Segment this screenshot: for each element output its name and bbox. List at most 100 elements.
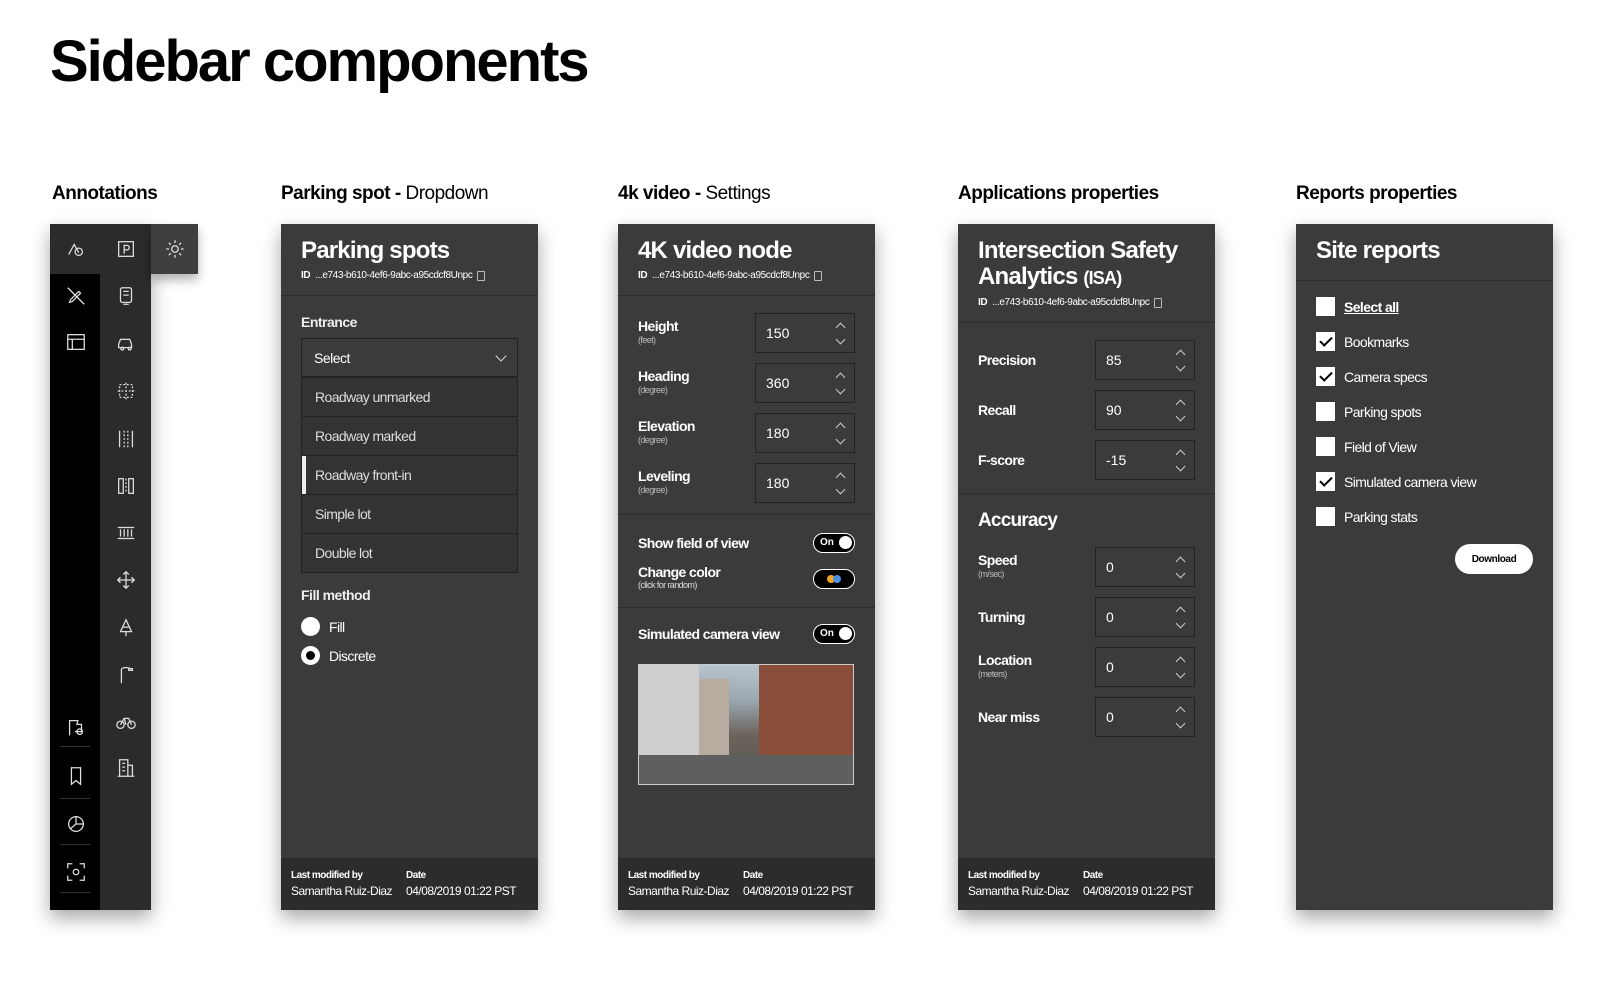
- pen-off-icon[interactable]: [50, 272, 101, 320]
- checkbox-checked[interactable]: [1316, 472, 1335, 491]
- stepper-value: -15: [1106, 452, 1127, 468]
- lanes-icon[interactable]: [100, 415, 151, 463]
- stepper-arrows-icon[interactable]: [1175, 606, 1186, 628]
- gear-icon[interactable]: [149, 225, 200, 273]
- stepper-arrows-icon[interactable]: [1175, 656, 1186, 678]
- checkbox-parking-spots[interactable]: Parking spots: [1316, 394, 1533, 429]
- checkbox-label: Parking stats: [1344, 508, 1418, 525]
- sign-icon[interactable]: [100, 272, 151, 320]
- streetlight-icon[interactable]: [100, 651, 151, 699]
- stepper-value: 0: [1106, 709, 1114, 725]
- copy-icon[interactable]: [814, 270, 823, 281]
- stepper-value: 180: [766, 425, 790, 441]
- crosswalk-icon[interactable]: [100, 509, 151, 557]
- near-miss-stepper[interactable]: 0: [1095, 697, 1195, 737]
- checkbox-camera-specs[interactable]: Camera specs: [1316, 359, 1533, 394]
- recall-stepper[interactable]: 90: [1095, 390, 1195, 430]
- heading-stepper[interactable]: 360: [755, 363, 855, 403]
- accuracy-fields: Speed (m/sec) 0 Turning 0 Location (meters…: [958, 542, 1215, 742]
- radio-fill[interactable]: Fill: [301, 617, 518, 636]
- entrance-label: Entrance: [301, 314, 357, 330]
- map-marker-settings-icon[interactable]: [50, 704, 101, 752]
- speed-stepper[interactable]: 0: [1095, 547, 1195, 587]
- bookmark-icon[interactable]: [50, 752, 101, 800]
- precision-stepper[interactable]: 85: [1095, 340, 1195, 380]
- field-turning: Turning 0: [958, 592, 1215, 642]
- location-stepper[interactable]: 0: [1095, 647, 1195, 687]
- focus-frame-icon[interactable]: [50, 848, 101, 896]
- leveling-stepper[interactable]: 180: [755, 463, 855, 503]
- checkbox-checked[interactable]: [1316, 332, 1335, 351]
- tree-icon[interactable]: [100, 604, 151, 652]
- parking-icon[interactable]: [100, 225, 151, 273]
- stepper-arrows-icon[interactable]: [1175, 449, 1186, 471]
- radio-button[interactable]: [301, 617, 320, 636]
- stepper-arrows-icon[interactable]: [835, 422, 846, 444]
- shapes-icon[interactable]: [50, 225, 101, 273]
- stepper-arrows-icon[interactable]: [835, 472, 846, 494]
- color-dot-icon: [833, 575, 841, 583]
- panel-header: Site reports: [1296, 224, 1553, 281]
- change-color-label: Change color (click for random): [638, 565, 721, 592]
- dropdown-option[interactable]: Roadway unmarked: [302, 377, 517, 416]
- title-line-2: Analytics: [978, 263, 1078, 290]
- show-fov-toggle[interactable]: On: [813, 533, 855, 553]
- radio-button-selected[interactable]: [301, 646, 320, 665]
- fscore-stepper[interactable]: -15: [1095, 440, 1195, 480]
- video-fields: Height (feet) 150 Heading (degree) 360 Ele…: [618, 296, 875, 514]
- field-label-text: Near miss: [978, 709, 1040, 725]
- car-icon[interactable]: [100, 320, 151, 368]
- copy-icon[interactable]: [477, 270, 486, 281]
- section-label-video-light: Settings: [705, 183, 771, 204]
- checkbox[interactable]: [1316, 402, 1335, 421]
- field-height: Height (feet) 150: [618, 308, 875, 358]
- download-button[interactable]: Download: [1455, 544, 1533, 574]
- dropdown-option-active[interactable]: Roadway front-in: [302, 455, 517, 494]
- stepper-value: 0: [1106, 609, 1114, 625]
- modified-value: Samantha Ruiz-Diaz: [291, 884, 393, 898]
- change-color-row: Change color (click for random): [618, 561, 875, 597]
- settings-tab[interactable]: [151, 224, 198, 274]
- move-icon[interactable]: [100, 556, 151, 604]
- stepper-arrows-icon[interactable]: [1175, 399, 1186, 421]
- checkbox-simulated-camera[interactable]: Simulated camera view: [1316, 464, 1533, 499]
- turning-stepper[interactable]: 0: [1095, 597, 1195, 637]
- checkbox-field-of-view[interactable]: Field of View: [1316, 429, 1533, 464]
- color-picker-toggle[interactable]: [813, 569, 855, 589]
- bicycle-icon[interactable]: [100, 698, 151, 746]
- checkbox[interactable]: [1316, 507, 1335, 526]
- field-label: Heading (degree): [638, 369, 690, 397]
- checkbox-bookmarks[interactable]: Bookmarks: [1316, 324, 1533, 359]
- copy-icon[interactable]: [1154, 297, 1163, 308]
- field-label: Elevation (degree): [638, 419, 695, 447]
- stepper-arrows-icon[interactable]: [1175, 556, 1186, 578]
- building-icon[interactable]: [100, 744, 151, 792]
- layout-icon[interactable]: [50, 318, 101, 366]
- section-label-parking-light: Dropdown: [405, 183, 489, 204]
- checkbox-label[interactable]: Select all: [1344, 299, 1399, 315]
- checkbox-label: Simulated camera view: [1344, 473, 1477, 490]
- dropdown-option[interactable]: Simple lot: [302, 494, 517, 533]
- entrance-select[interactable]: Select: [301, 338, 518, 377]
- checkbox-checked[interactable]: [1316, 367, 1335, 386]
- sim-view-toggle[interactable]: On: [813, 624, 855, 644]
- stepper-arrows-icon[interactable]: [1175, 706, 1186, 728]
- dropdown-option[interactable]: Roadway marked: [302, 416, 517, 455]
- lane-divider-icon[interactable]: [100, 462, 151, 510]
- modified-label: Last modified by: [968, 870, 1040, 881]
- stepper-arrows-icon[interactable]: [835, 372, 846, 394]
- dropdown-option[interactable]: Double lot: [302, 533, 517, 572]
- dashed-box-icon[interactable]: [100, 367, 151, 415]
- field-label-text: Elevation: [638, 418, 695, 434]
- elevation-stepper[interactable]: 180: [755, 413, 855, 453]
- checkbox[interactable]: [1316, 437, 1335, 456]
- stepper-arrows-icon[interactable]: [1175, 349, 1186, 371]
- checkbox-select-all[interactable]: Select all: [1316, 289, 1533, 324]
- checkbox[interactable]: [1316, 297, 1335, 316]
- radio-discrete[interactable]: Discrete: [301, 646, 518, 665]
- checkbox-parking-stats[interactable]: Parking stats: [1316, 499, 1533, 534]
- title-suffix: (ISA): [1083, 268, 1122, 288]
- stepper-arrows-icon[interactable]: [835, 322, 846, 344]
- chart-pie-icon[interactable]: [50, 800, 101, 848]
- height-stepper[interactable]: 150: [755, 313, 855, 353]
